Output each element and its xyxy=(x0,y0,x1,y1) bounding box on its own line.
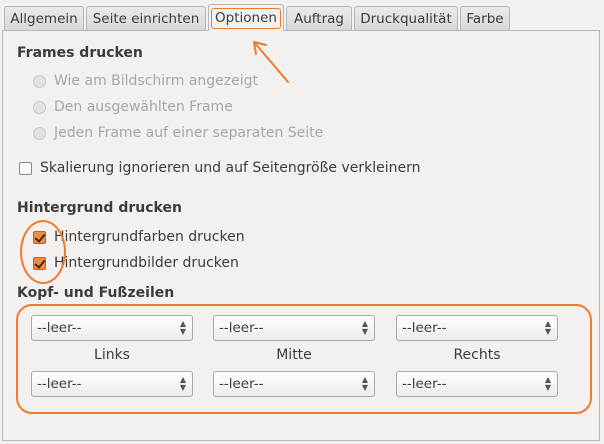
tab-label: Seite einrichten xyxy=(92,10,200,27)
radio-label: Jeden Frame auf einer separaten Seite xyxy=(54,125,324,141)
tab-label: Druckqualität xyxy=(360,10,452,27)
checkbox-label: Skalierung ignorieren und auf Seitengröß… xyxy=(40,160,421,176)
radio-frames-separate[interactable]: Jeden Frame auf einer separaten Seite xyxy=(33,125,323,141)
shrink-to-fit-checkbox[interactable]: Skalierung ignorieren und auf Seitengröß… xyxy=(19,160,421,176)
frames-heading: Frames drucken xyxy=(17,45,143,61)
tab-optionen[interactable]: Optionen xyxy=(208,4,284,31)
tab-auftrag[interactable]: Auftrag xyxy=(286,6,352,30)
radio-frames-selected[interactable]: Den ausgewählten Frame xyxy=(33,99,233,115)
annotation-rect-headers-footers xyxy=(16,304,592,414)
background-heading: Hintergrund drucken xyxy=(17,200,182,216)
tab-allgemein[interactable]: Allgemein xyxy=(4,6,84,30)
headers-footers-heading: Kopf- und Fußzeilen xyxy=(17,285,175,301)
radio-button[interactable] xyxy=(33,126,46,140)
annotation-circle-checkboxes xyxy=(20,220,66,284)
radio-button[interactable] xyxy=(33,100,46,114)
checkbox[interactable] xyxy=(19,161,32,175)
radio-frames-as-shown[interactable]: Wie am Bildschirm angezeigt xyxy=(33,73,258,89)
checkbox-label: Hintergrundfarben drucken xyxy=(54,229,245,245)
tab-label: Optionen xyxy=(211,7,281,29)
tab-bar: Allgemein Seite einrichten Optionen Auft… xyxy=(0,0,604,34)
tab-druckqualitaet[interactable]: Druckqualität xyxy=(354,6,458,30)
tab-label: Auftrag xyxy=(294,10,344,27)
tab-label: Allgemein xyxy=(10,10,78,27)
radio-label: Den ausgewählten Frame xyxy=(54,99,233,115)
tab-label: Farbe xyxy=(466,10,504,27)
checkbox-label: Hintergrundbilder drucken xyxy=(54,255,239,271)
tab-farbe[interactable]: Farbe xyxy=(460,6,510,30)
annotation-arrow-icon xyxy=(253,41,289,83)
radio-label: Wie am Bildschirm angezeigt xyxy=(54,73,258,89)
tab-seite-einrichten[interactable]: Seite einrichten xyxy=(86,6,206,30)
radio-button[interactable] xyxy=(33,74,46,88)
